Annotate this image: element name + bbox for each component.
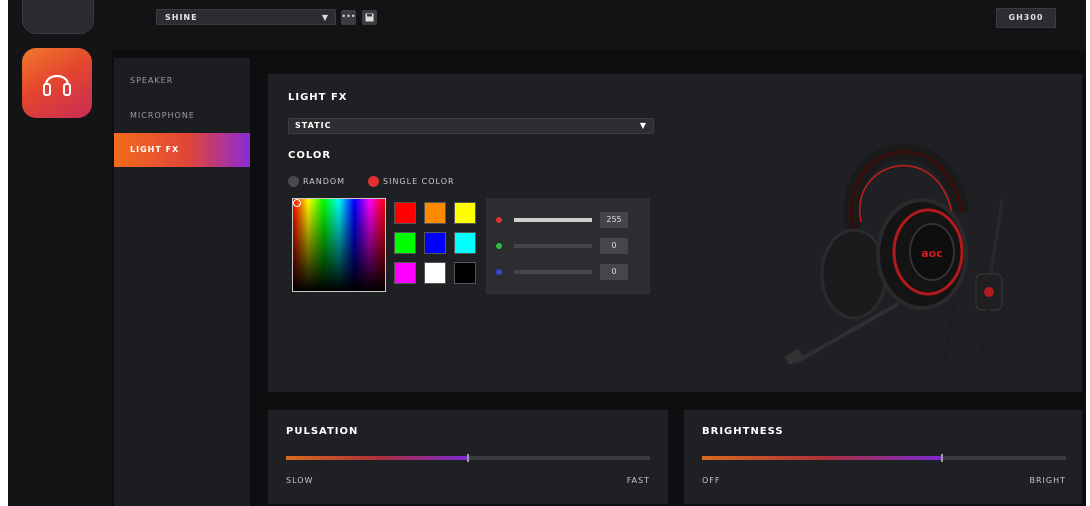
app-window: SHINE ▼ ••• GH300 SPEAKER MICROPHONE LIG… — [8, 0, 1086, 506]
brightness-title: BRIGHTNESS — [702, 426, 784, 437]
light-mode-label: STATIC — [295, 121, 332, 130]
brightness-slider-thumb[interactable] — [941, 454, 944, 462]
color-title: COLOR — [288, 150, 332, 161]
save-button[interactable] — [362, 10, 377, 25]
preset-label: SHINE — [165, 13, 198, 22]
red-channel-dot — [496, 217, 502, 223]
nav-item-microphone[interactable]: MICROPHONE — [114, 99, 250, 133]
radio-random-label: RANDOM — [303, 177, 346, 186]
preset-select[interactable]: SHINE ▼ — [156, 9, 336, 25]
more-button[interactable]: ••• — [341, 10, 356, 25]
brightness-slider-fill — [702, 456, 943, 460]
radio-random[interactable]: RANDOM — [288, 176, 345, 188]
spectrum-cursor[interactable] — [293, 199, 301, 207]
color-swatch[interactable] — [454, 202, 476, 224]
top-bar: SHINE ▼ ••• GH300 — [112, 0, 1086, 50]
green-slider[interactable] — [514, 244, 592, 248]
pulsation-max-label: FAST — [626, 476, 650, 485]
green-value-input[interactable]: 0 — [600, 238, 628, 254]
light-fx-panel: LIGHT FX STATIC ▼ COLOR RANDOM SINGLE CO… — [268, 74, 1082, 392]
blue-slider[interactable] — [514, 270, 592, 274]
color-swatch[interactable] — [424, 262, 446, 284]
brightness-panel: BRIGHTNESS OFF BRIGHT — [684, 410, 1082, 504]
pulsation-min-label: SLOW — [286, 476, 314, 485]
light-mode-select[interactable]: STATIC ▼ — [288, 118, 654, 134]
radio-single-dot — [368, 176, 379, 187]
chevron-down-icon: ▼ — [321, 13, 329, 22]
red-slider[interactable] — [514, 218, 592, 222]
device-tile-headset[interactable] — [22, 48, 92, 118]
headset-product-image: aoc — [784, 143, 1004, 364]
rgb-controls: 255 0 0 — [486, 198, 650, 294]
color-swatch[interactable] — [394, 202, 416, 224]
device-tile-other[interactable] — [22, 0, 94, 34]
nav-item-light-fx[interactable]: LIGHT FX — [114, 133, 250, 167]
color-spectrum-picker[interactable] — [292, 198, 386, 292]
pulsation-panel: PULSATION SLOW FAST — [268, 410, 668, 504]
color-swatch[interactable] — [424, 202, 446, 224]
radio-single-color[interactable]: SINGLE COLOR — [368, 176, 455, 188]
red-value-input[interactable]: 255 — [600, 212, 628, 228]
radio-single-label: SINGLE COLOR — [383, 177, 455, 186]
save-icon — [365, 13, 374, 22]
radio-random-dot — [288, 176, 299, 187]
brightness-slider[interactable] — [702, 454, 1066, 462]
color-swatch[interactable] — [454, 232, 476, 254]
pulsation-slider[interactable] — [286, 454, 650, 462]
model-label[interactable]: GH300 — [996, 8, 1056, 28]
pulsation-title: PULSATION — [286, 426, 359, 437]
more-icon: ••• — [341, 12, 356, 21]
red-slider-fill — [514, 218, 592, 222]
green-channel-dot — [496, 243, 502, 249]
settings-nav: SPEAKER MICROPHONE LIGHT FX — [114, 58, 250, 506]
color-swatch[interactable] — [424, 232, 446, 254]
brightness-min-label: OFF — [702, 476, 721, 485]
color-swatch[interactable] — [394, 262, 416, 284]
headset-icon — [43, 74, 71, 96]
pulsation-slider-thumb[interactable] — [467, 454, 469, 462]
chevron-down-icon: ▼ — [639, 121, 647, 130]
device-rail — [8, 0, 112, 506]
blue-value-input[interactable]: 0 — [600, 264, 628, 280]
light-fx-title: LIGHT FX — [288, 92, 348, 103]
color-swatch[interactable] — [394, 232, 416, 254]
color-swatch[interactable] — [454, 262, 476, 284]
brightness-max-label: BRIGHT — [1029, 476, 1066, 485]
nav-item-speaker[interactable]: SPEAKER — [114, 64, 250, 98]
svg-text:aoc: aoc — [921, 247, 943, 260]
blue-channel-dot — [496, 269, 502, 275]
pulsation-slider-fill — [286, 456, 468, 460]
